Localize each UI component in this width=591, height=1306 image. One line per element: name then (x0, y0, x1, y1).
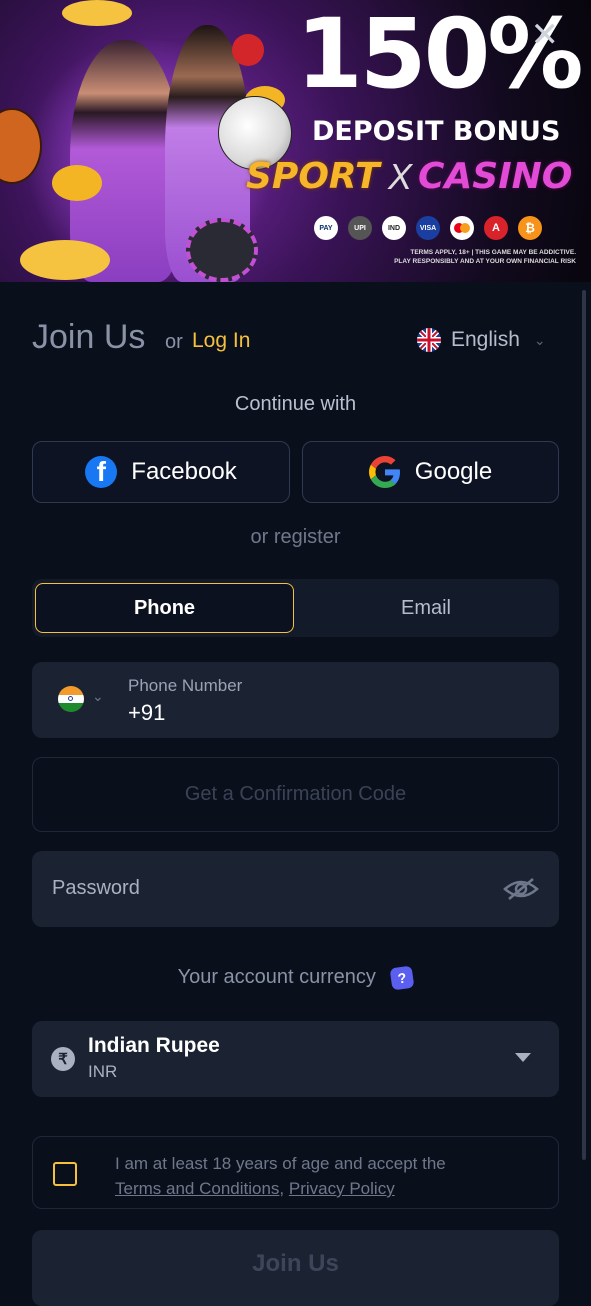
rupee-icon: ₹ (51, 1047, 75, 1071)
gold-coin-icon (52, 165, 102, 201)
chevron-down-icon[interactable]: ⌄ (92, 688, 104, 705)
eye-off-icon[interactable] (503, 877, 539, 901)
facebook-label: Facebook (131, 458, 237, 485)
caret-down-icon (515, 1053, 531, 1062)
agreement-prefix: I am at least 18 years of age and accept… (115, 1154, 446, 1173)
responsible-gaming-note: TERMS APPLY, 18+ | THIS GAME MAY BE ADDI… (330, 248, 576, 266)
imps-icon: IND (382, 216, 406, 240)
privacy-link[interactable]: Privacy Policy (289, 1179, 395, 1198)
upi-icon: UPI (348, 216, 372, 240)
cricket-ball-icon (232, 34, 264, 66)
google-label: Google (414, 458, 493, 485)
or-text: or (165, 331, 183, 353)
uk-flag-icon (417, 328, 441, 352)
gold-coin-icon (62, 0, 132, 26)
password-placeholder: Password (52, 877, 140, 899)
astropay-icon: A (484, 216, 508, 240)
agree-checkbox[interactable] (53, 1162, 77, 1186)
continue-with-label: Continue with (234, 393, 357, 415)
scrollbar[interactable] (582, 290, 586, 1160)
mastercard-icon (450, 216, 474, 240)
help-icon[interactable]: ? (389, 965, 415, 991)
phone-number-value[interactable]: +91 (128, 700, 165, 726)
password-field[interactable]: Password (32, 851, 559, 927)
chevron-down-icon: ⌄ (533, 331, 546, 348)
age-terms-agreement: I am at least 18 years of age and accept… (32, 1136, 559, 1209)
casino-label: CASINO (418, 156, 573, 197)
phone-number-field[interactable]: ⌄ Phone Number +91 (32, 662, 559, 738)
bitcoin-icon: ₿ (518, 216, 542, 240)
agreement-links: Terms and Conditions, Privacy Policy (115, 1176, 446, 1201)
terms-link[interactable]: Terms and Conditions (115, 1179, 279, 1198)
close-icon[interactable]: ✕ (531, 18, 560, 52)
google-button[interactable]: Google (302, 441, 559, 503)
terms-line: PLAY RESPONSIBLY AND AT YOUR OWN FINANCI… (394, 258, 576, 265)
currency-select[interactable]: ₹ Indian Rupee INR (32, 1021, 559, 1097)
facebook-button[interactable]: f Facebook (32, 441, 290, 503)
currency-code: INR (88, 1062, 118, 1081)
currency-label: Your account currency ? (0, 965, 591, 991)
login-link[interactable]: Log In (192, 329, 250, 353)
language-label: English (451, 328, 520, 351)
phone-number-label: Phone Number (128, 676, 243, 695)
join-us-button[interactable]: Join Us (32, 1230, 559, 1306)
payment-methods: PAY UPI IND VISA A ₿ (314, 216, 542, 240)
registration-method-tabs: Phone Email (32, 579, 559, 637)
currency-label-text: Your account currency (177, 966, 376, 988)
language-selector[interactable]: English ⌄ (417, 328, 546, 352)
bonus-subtitle: DEPOSIT BONUS (312, 116, 561, 147)
casino-chip-icon (186, 218, 258, 282)
india-flag-icon[interactable] (58, 686, 84, 712)
tab-email[interactable]: Email (296, 583, 556, 633)
promo-banner[interactable]: 150% ✕ DEPOSIT BONUS SPORT X CASINO PAY … (0, 0, 591, 282)
paytm-icon: PAY (314, 216, 338, 240)
x-separator: X (388, 156, 413, 197)
visa-icon: VISA (416, 216, 440, 240)
tab-phone[interactable]: Phone (35, 583, 294, 633)
comma: , (279, 1179, 285, 1198)
google-icon (368, 456, 400, 488)
gold-coin-icon (20, 240, 110, 280)
or-register-label: or register (250, 526, 341, 548)
get-confirmation-code-button[interactable]: Get a Confirmation Code (32, 757, 559, 832)
currency-name: Indian Rupee (88, 1034, 220, 1057)
sport-label: SPORT (246, 156, 380, 197)
facebook-icon: f (85, 456, 118, 488)
page-title: Join Us (32, 318, 146, 356)
agreement-text: I am at least 18 years of age and accept… (115, 1151, 446, 1201)
terms-line: TERMS APPLY, 18+ | THIS GAME MAY BE ADDI… (410, 249, 576, 256)
